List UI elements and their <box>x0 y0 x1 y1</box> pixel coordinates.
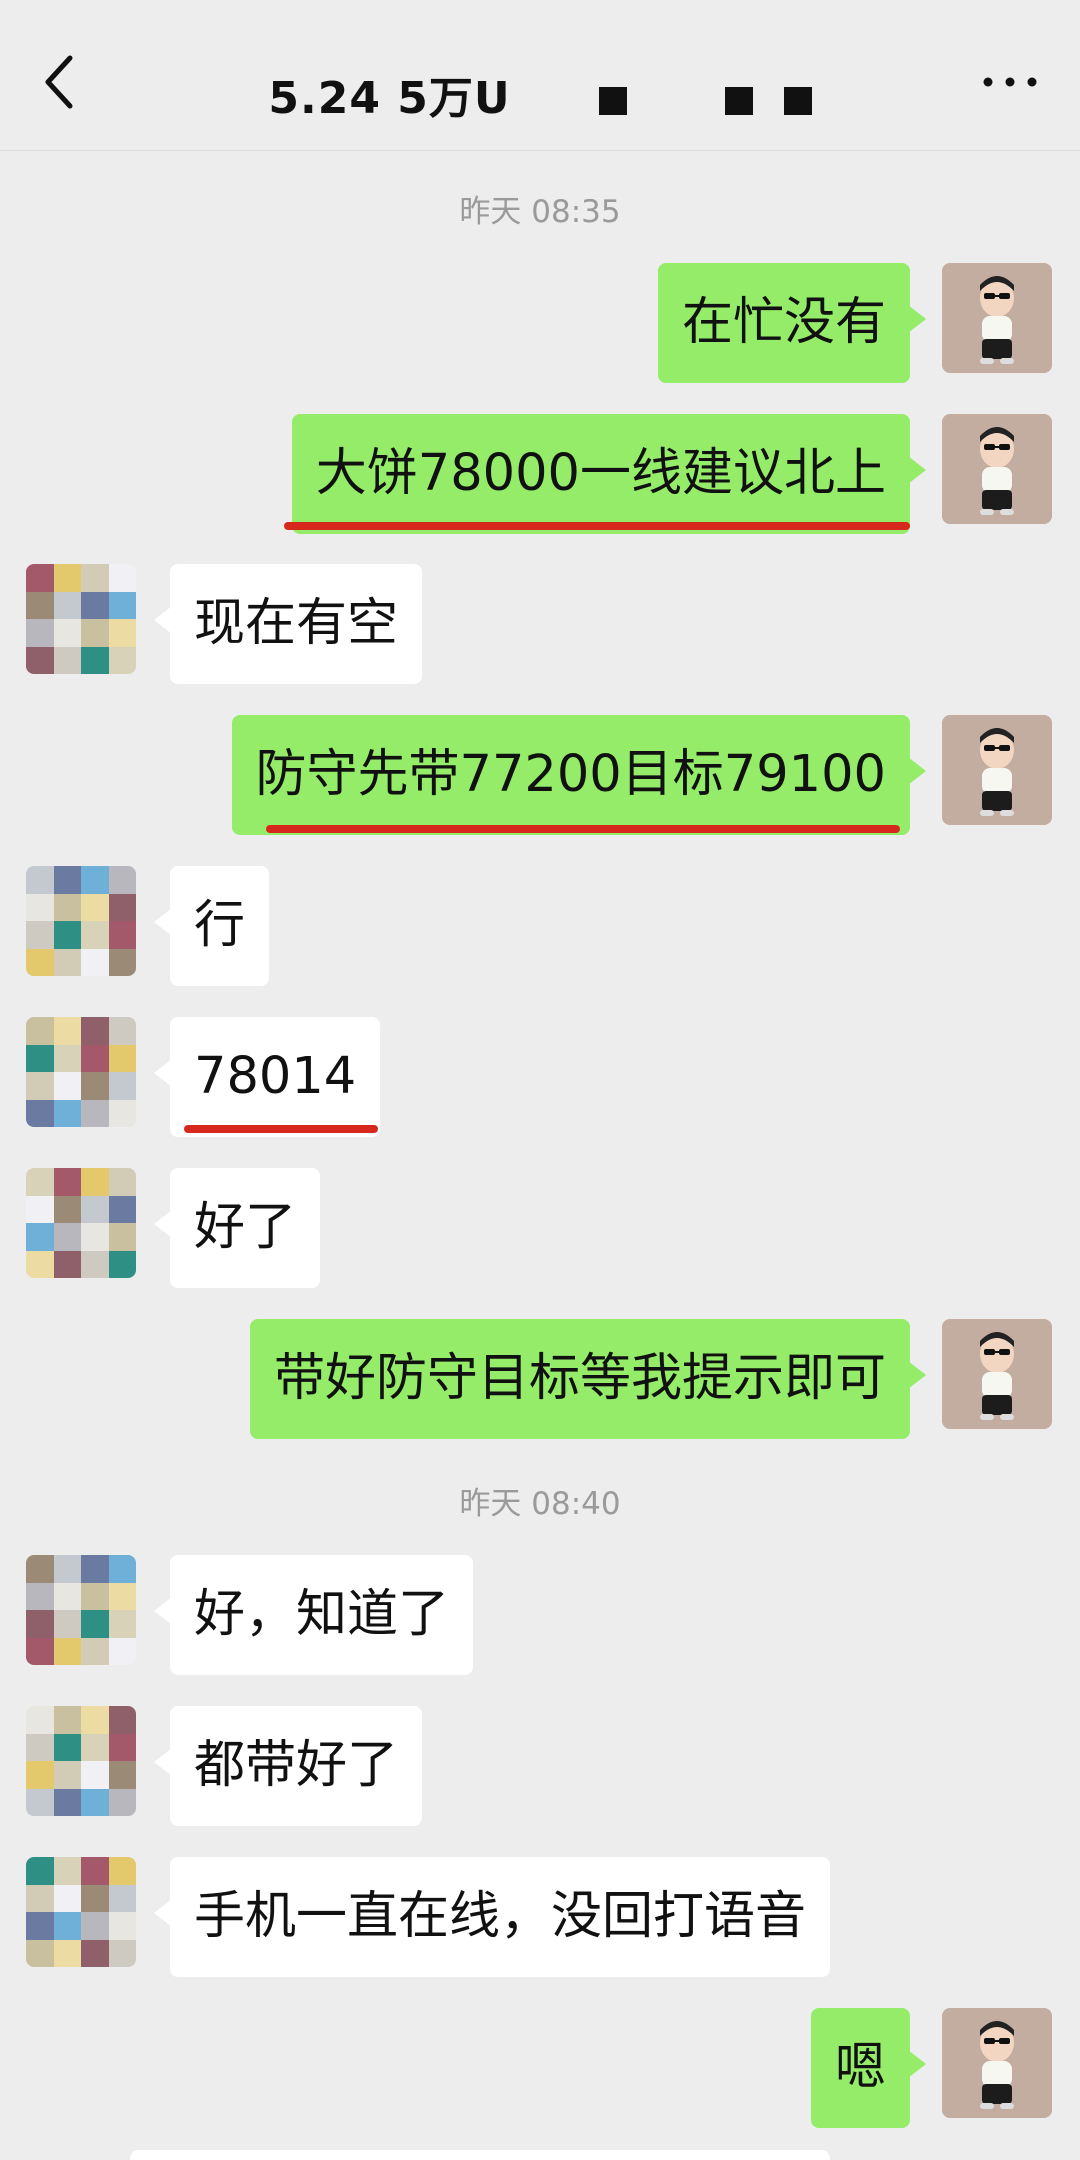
message-bubble[interactable]: 好了 <box>153 1168 321 1288</box>
more-button[interactable] <box>980 72 1040 92</box>
cartoon-avatar-icon <box>980 427 1014 515</box>
contact-avatar[interactable] <box>26 1706 136 1816</box>
pixelated-avatar-image <box>26 1706 136 1816</box>
message-bubble[interactable]: 防守先带77200目标79100 <box>231 715 927 835</box>
chat-title-wrap: 5.24 5万U <box>0 62 1080 126</box>
message-bubble[interactable]: 在忙没有 <box>657 263 927 383</box>
cartoon-avatar-icon <box>980 276 1014 364</box>
cartoon-avatar-icon <box>980 728 1014 816</box>
contact-avatar[interactable] <box>26 1555 136 1665</box>
input-bar-edge[interactable] <box>130 2150 830 2160</box>
redacted-block <box>783 87 812 115</box>
red-underline <box>284 522 910 530</box>
message-bubble[interactable]: 好，知道了 <box>153 1555 474 1675</box>
more-dots-icon <box>983 77 1037 87</box>
message-bubble[interactable]: 手机一直在线，没回打语音 <box>153 1857 831 1977</box>
message-bubble[interactable]: 78014 <box>153 1017 381 1137</box>
red-underline <box>266 825 900 833</box>
contact-avatar[interactable] <box>26 866 136 976</box>
my-avatar[interactable] <box>942 2008 1052 2118</box>
pixelated-avatar-image <box>26 866 136 976</box>
message-bubble[interactable]: 大饼78000一线建议北上 <box>291 414 927 534</box>
message-bubble[interactable]: 都带好了 <box>153 1706 423 1826</box>
pixelated-avatar-image <box>26 564 136 674</box>
contact-avatar[interactable] <box>26 1168 136 1278</box>
message-bubble[interactable]: 现在有空 <box>153 564 423 684</box>
cartoon-avatar-icon <box>980 1332 1014 1420</box>
chat-title: 5.24 5万U <box>268 73 511 124</box>
message-bubble[interactable]: 行 <box>153 866 270 986</box>
pixelated-avatar-image <box>26 1857 136 1967</box>
pixelated-avatar-image <box>26 1168 136 1278</box>
redacted-block <box>598 87 627 115</box>
contact-avatar[interactable] <box>26 564 136 674</box>
contact-avatar[interactable] <box>26 1857 136 1967</box>
message-bubble[interactable]: 带好防守目标等我提示即可 <box>249 1319 927 1439</box>
message-bubble[interactable]: 嗯 <box>810 2008 927 2128</box>
pixelated-avatar-image <box>26 1017 136 1127</box>
my-avatar[interactable] <box>942 715 1052 825</box>
my-avatar[interactable] <box>942 1319 1052 1429</box>
red-underline <box>184 1125 378 1133</box>
cartoon-avatar-icon <box>980 2021 1014 2109</box>
my-avatar[interactable] <box>942 414 1052 524</box>
pixelated-avatar-image <box>26 1555 136 1665</box>
redacted-block <box>725 87 754 115</box>
my-avatar[interactable] <box>942 263 1052 373</box>
timestamp: 昨天 08:40 <box>459 1486 621 1522</box>
contact-avatar[interactable] <box>26 1017 136 1127</box>
chat-header: 5.24 5万U <box>0 0 1080 151</box>
timestamp: 昨天 08:35 <box>459 194 621 230</box>
